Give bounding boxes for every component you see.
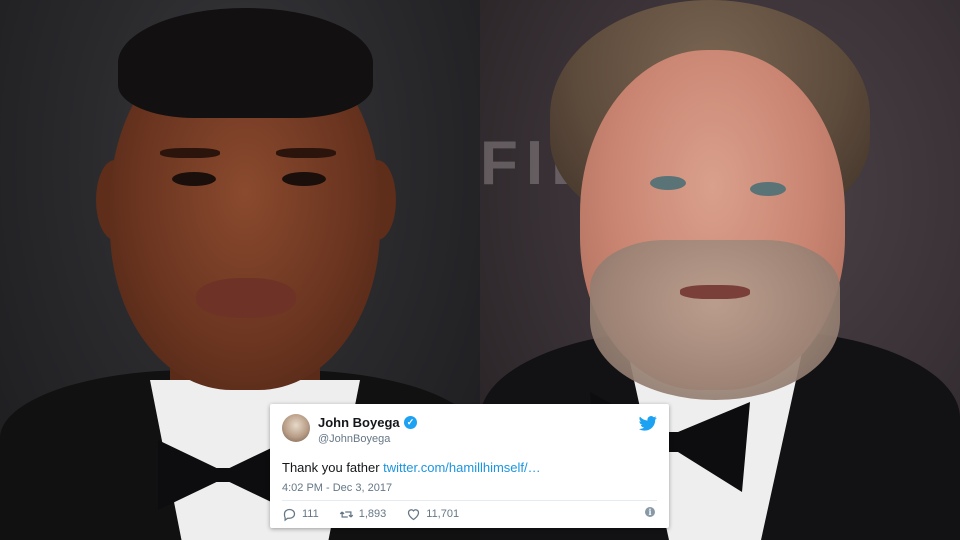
eye [650, 176, 686, 190]
tweet-timestamp[interactable]: 4:02 PM - Dec 3, 2017 [282, 482, 392, 494]
eyebrow [160, 148, 220, 158]
author-handle[interactable]: @JohnBoyega [318, 433, 390, 445]
retweet-button[interactable]: 1,893 [339, 507, 387, 522]
tweet-card[interactable]: John Boyega ✓ @JohnBoyega Thank you fath… [270, 404, 669, 528]
eye [750, 182, 786, 196]
tweet-actions: 111 1,893 11,701 [282, 505, 459, 523]
like-button[interactable]: 11,701 [406, 507, 459, 522]
reply-count: 111 [302, 508, 319, 520]
beard [590, 240, 840, 400]
author-name[interactable]: John Boyega [318, 415, 400, 430]
info-icon[interactable]: i [645, 507, 655, 517]
hair [118, 8, 373, 118]
reply-button[interactable]: 111 [282, 507, 319, 522]
reply-icon [283, 508, 296, 521]
tweet-text-prefix: Thank you father [282, 460, 384, 475]
twitter-bird-icon[interactable] [639, 416, 657, 431]
divider [282, 500, 657, 501]
eyebrow [276, 148, 336, 158]
retweet-icon [339, 510, 353, 518]
eye [172, 172, 216, 186]
retweet-count: 1,893 [358, 508, 387, 520]
verified-badge-icon: ✓ [404, 416, 417, 429]
heart-icon [408, 508, 420, 520]
eye [282, 172, 326, 186]
tweet-text: Thank you father twitter.com/hamillhimse… [282, 460, 541, 475]
tweet-link[interactable]: twitter.com/hamillhimself/… [383, 460, 540, 475]
like-count: 11,701 [426, 508, 460, 520]
avatar[interactable] [282, 414, 310, 442]
lips [196, 278, 296, 318]
mouth [680, 285, 750, 299]
